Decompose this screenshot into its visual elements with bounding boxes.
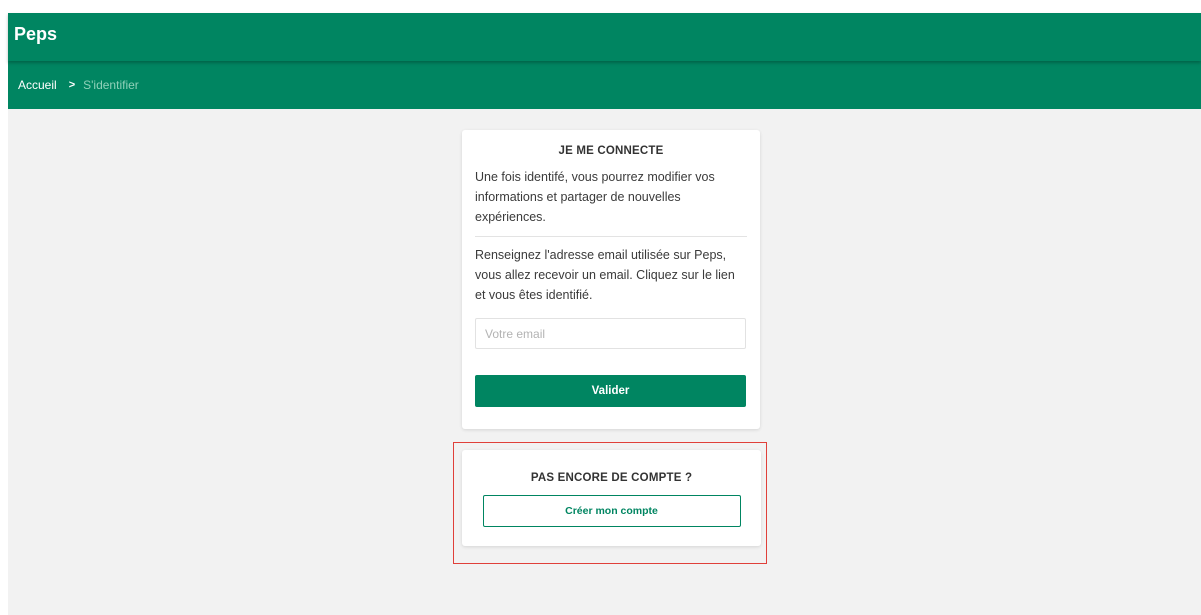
breadcrumb-home-link[interactable]: Accueil (18, 78, 57, 92)
login-instructions-text: Renseignez l'adresse email utilisée sur … (475, 248, 735, 302)
page-frame: Peps Accueil > S'identifier JE ME CONNEC… (8, 13, 1201, 615)
login-intro-text: Une fois identifé, vous pourrez modifier… (475, 167, 747, 237)
breadcrumb: Accueil > S'identifier (8, 61, 1201, 109)
create-account-button[interactable]: Créer mon compte (482, 495, 741, 527)
app-title-link[interactable]: Peps (14, 24, 57, 45)
breadcrumb-current: S'identifier (83, 78, 139, 92)
signup-card: PAS ENCORE DE COMPTE ? Créer mon compte (462, 450, 761, 546)
login-card: JE ME CONNECTE Une fois identifé, vous p… (462, 130, 760, 429)
email-field[interactable] (475, 318, 746, 349)
login-heading: JE ME CONNECTE (558, 145, 664, 157)
top-app-bar: Peps (8, 13, 1201, 61)
signup-heading: PAS ENCORE DE COMPTE ? (530, 472, 693, 484)
breadcrumb-separator-icon: > (68, 79, 76, 91)
validate-button[interactable]: Valider (475, 375, 746, 407)
